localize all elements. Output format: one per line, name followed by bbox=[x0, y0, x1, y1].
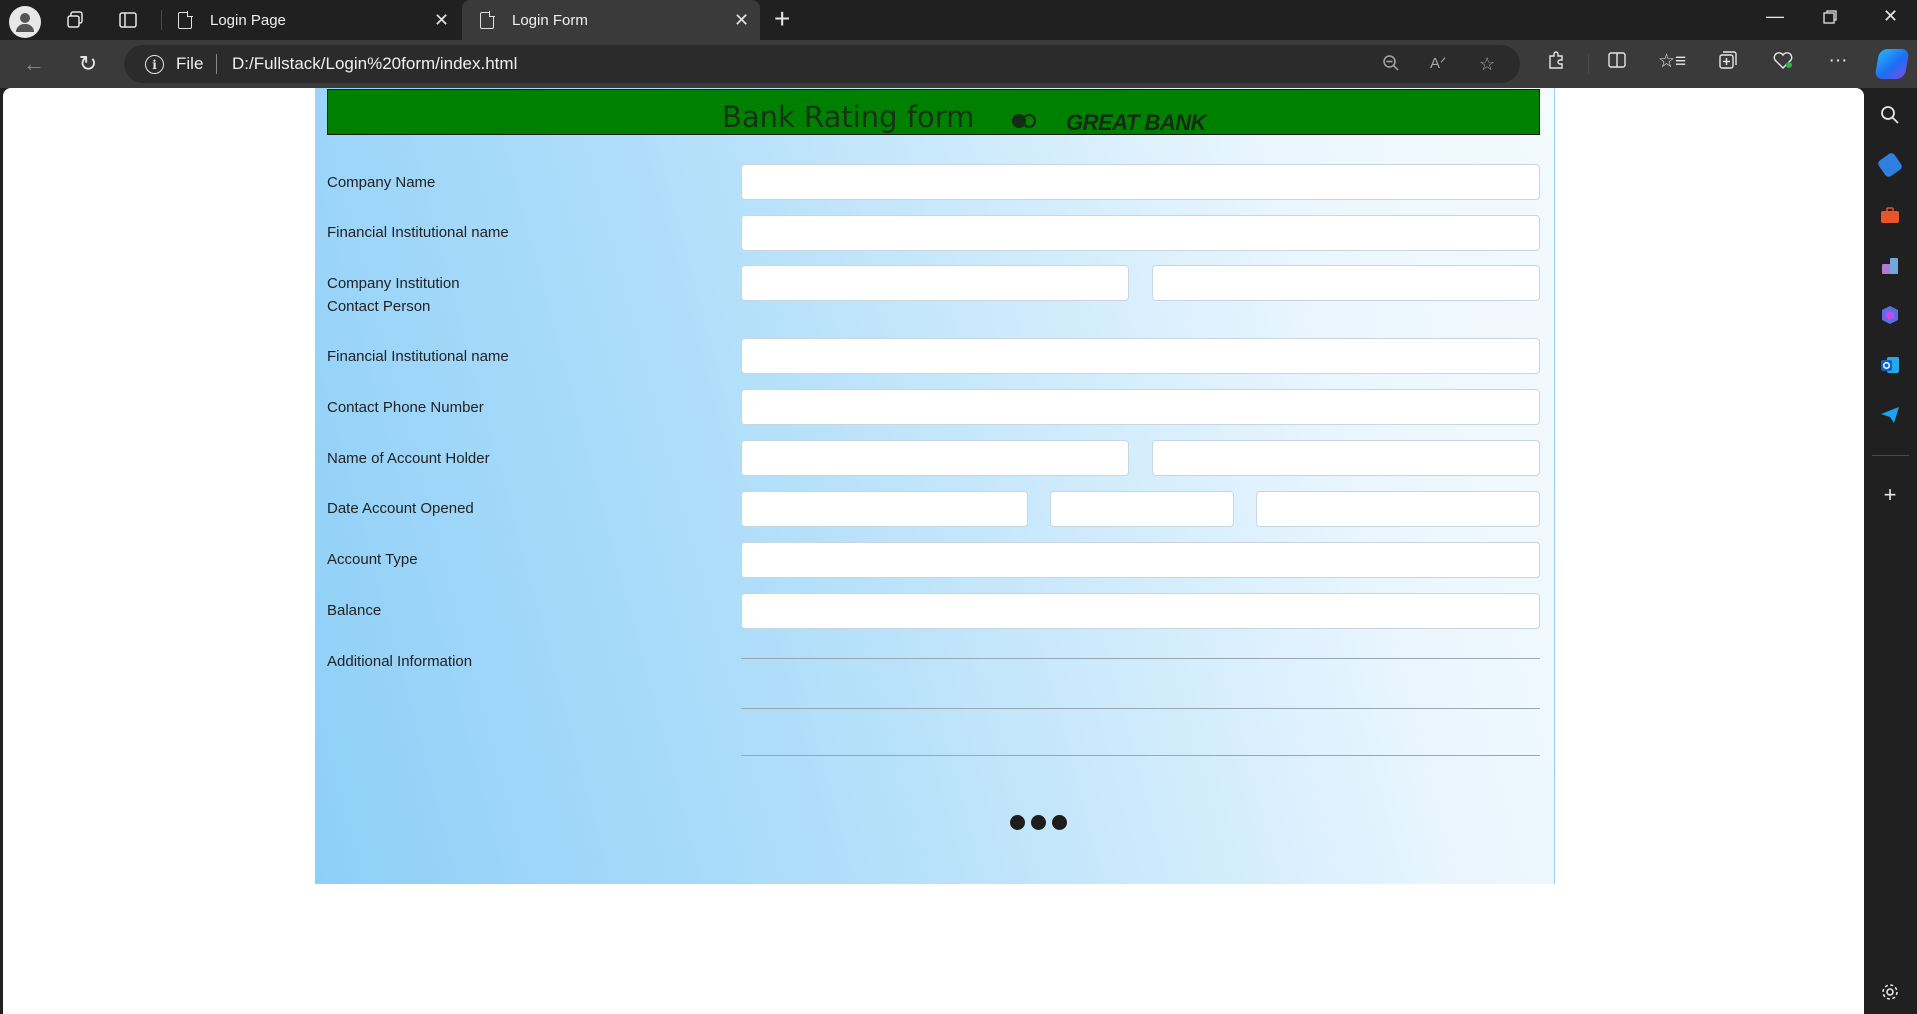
balance-input[interactable] bbox=[741, 593, 1540, 629]
contact-phone-input[interactable] bbox=[741, 389, 1540, 425]
financial-institution-label: Financial Institutional name bbox=[327, 224, 509, 241]
url-text[interactable]: D:/Fullstack/Login%20form/index.html bbox=[232, 54, 517, 74]
company-name-input[interactable] bbox=[741, 164, 1540, 200]
minimize-icon[interactable]: — bbox=[1766, 6, 1784, 27]
more-options-icon[interactable]: ··· bbox=[1824, 50, 1852, 72]
financial-institution-2-label: Financial Institutional name bbox=[327, 348, 509, 365]
form-header: Bank Rating form GREAT BANK bbox=[327, 89, 1540, 135]
zoom-out-icon[interactable] bbox=[1382, 54, 1400, 77]
bank-rating-form: Bank Rating form GREAT BANK Company Name… bbox=[315, 88, 1555, 884]
account-type-input[interactable] bbox=[741, 542, 1540, 578]
favorite-star-icon[interactable]: ☆ bbox=[1479, 54, 1495, 75]
tab-title: Login Page bbox=[210, 11, 286, 29]
contact-person-first-input[interactable] bbox=[741, 265, 1129, 301]
date-opened-label: Date Account Opened bbox=[327, 500, 474, 517]
tab-title: Login Form bbox=[512, 11, 588, 29]
date-opened-month-input[interactable] bbox=[1050, 491, 1234, 527]
address-divider bbox=[216, 54, 217, 74]
contact-person-last-input[interactable] bbox=[1152, 265, 1540, 301]
tools-icon[interactable] bbox=[1878, 203, 1902, 227]
extensions-icon[interactable] bbox=[1542, 50, 1570, 76]
page-icon bbox=[178, 10, 193, 29]
read-aloud-icon[interactable]: Aᐟ bbox=[1430, 54, 1446, 72]
shopping-tag-icon[interactable] bbox=[1876, 151, 1904, 179]
form-title: Bank Rating form bbox=[722, 100, 975, 134]
account-holder-last-input[interactable] bbox=[1152, 440, 1540, 476]
more-dots-icon[interactable] bbox=[1010, 815, 1067, 830]
contact-person-label-line1: Company Institution bbox=[327, 275, 460, 292]
account-holder-label: Name of Account Holder bbox=[327, 450, 490, 467]
sidebar-divider bbox=[1872, 455, 1909, 456]
settings-gear-icon[interactable] bbox=[1878, 980, 1902, 1004]
window-close-icon[interactable]: ✕ bbox=[1883, 6, 1898, 27]
browser-essentials-icon[interactable] bbox=[1769, 50, 1797, 76]
date-opened-day-input[interactable] bbox=[741, 491, 1028, 527]
games-icon[interactable] bbox=[1878, 253, 1902, 277]
navigation-bar: ← ↻ i File D:/Fullstack/Login%20form/ind… bbox=[0, 40, 1917, 88]
close-icon[interactable]: ✕ bbox=[734, 10, 749, 31]
additional-info-line-3[interactable] bbox=[741, 755, 1540, 756]
favorites-icon[interactable]: ☆≡ bbox=[1658, 50, 1686, 73]
page-icon bbox=[480, 10, 495, 29]
tab-strip: Login Page ✕ Login Form ✕ + — ✕ bbox=[0, 0, 1917, 40]
restore-icon[interactable] bbox=[1822, 9, 1838, 30]
add-icon[interactable]: + bbox=[1878, 482, 1902, 507]
bank-logo-icon bbox=[1012, 114, 1038, 128]
address-bar[interactable]: i File D:/Fullstack/Login%20form/index.h… bbox=[124, 45, 1520, 83]
split-screen-icon[interactable] bbox=[1603, 50, 1631, 76]
edge-sidebar: + bbox=[1864, 88, 1917, 1014]
new-tab-icon[interactable]: + bbox=[774, 5, 790, 33]
additional-info-line-1[interactable] bbox=[741, 658, 1540, 659]
balance-label: Balance bbox=[327, 602, 382, 619]
workspaces-icon[interactable] bbox=[59, 6, 91, 34]
send-icon[interactable] bbox=[1878, 403, 1902, 427]
account-type-label: Account Type bbox=[327, 551, 418, 568]
back-icon[interactable]: ← bbox=[20, 50, 48, 78]
additional-info-label: Additional Information bbox=[327, 653, 473, 670]
date-opened-year-input[interactable] bbox=[1256, 491, 1540, 527]
refresh-icon[interactable]: ↻ bbox=[74, 50, 102, 78]
account-holder-first-input[interactable] bbox=[741, 440, 1129, 476]
copilot-icon[interactable] bbox=[1874, 49, 1910, 79]
profile-avatar[interactable] bbox=[9, 6, 41, 38]
microsoft-365-icon[interactable] bbox=[1878, 303, 1902, 327]
additional-info-line-2[interactable] bbox=[741, 708, 1540, 709]
financial-institution-2-input[interactable] bbox=[741, 338, 1540, 374]
tab-login-form[interactable]: Login Form ✕ bbox=[462, 0, 760, 40]
bank-name: GREAT BANK bbox=[1066, 110, 1207, 135]
collections-icon[interactable] bbox=[1714, 50, 1742, 76]
financial-institution-input[interactable] bbox=[741, 215, 1540, 251]
company-name-label: Company Name bbox=[327, 174, 436, 191]
contact-phone-label: Contact Phone Number bbox=[327, 399, 484, 416]
contact-person-label-line2: Contact Person bbox=[327, 298, 431, 315]
page-viewport: Bank Rating form GREAT BANK Company Name… bbox=[3, 88, 1864, 1014]
tab-actions-icon[interactable] bbox=[112, 6, 144, 34]
toolbar-divider bbox=[1588, 54, 1589, 74]
close-icon[interactable]: ✕ bbox=[434, 10, 449, 31]
outlook-icon[interactable] bbox=[1878, 353, 1902, 377]
tab-login-page[interactable]: Login Page ✕ bbox=[160, 0, 460, 40]
scheme-label: File bbox=[176, 54, 204, 73]
search-icon[interactable] bbox=[1878, 103, 1902, 127]
info-icon[interactable]: i bbox=[145, 55, 164, 74]
